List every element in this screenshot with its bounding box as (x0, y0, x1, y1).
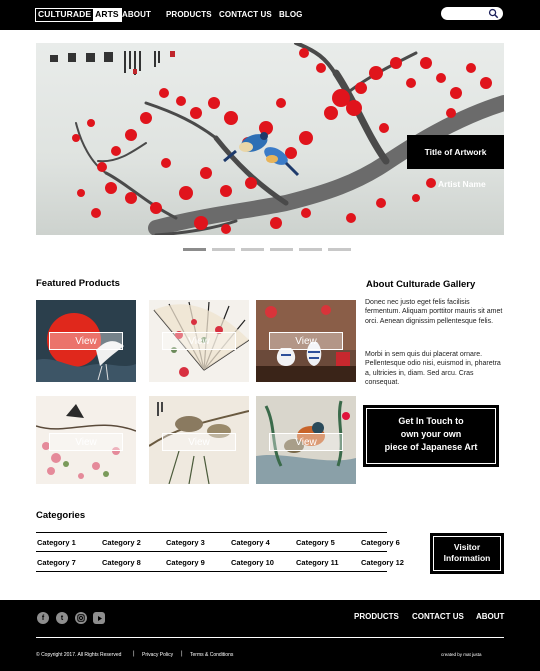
logo-text-culturade: CULTURADE (38, 9, 92, 19)
product-card-1[interactable]: View (36, 300, 136, 382)
copyright-text: © Copyright 2017. All Rights Reserved (36, 652, 122, 658)
view-button-6[interactable]: View (269, 433, 343, 451)
search-box (441, 7, 503, 20)
slider-dot-5[interactable] (299, 248, 322, 251)
category-link-6[interactable]: Category 6 (361, 538, 400, 547)
about-title: About Culturade Gallery (366, 279, 476, 290)
nav-products[interactable]: PRODUCTS (166, 10, 212, 19)
cta-line-1: Get In Touch to (398, 416, 464, 426)
category-link-1[interactable]: Category 1 (37, 538, 76, 547)
product-card-3[interactable]: View (256, 300, 356, 382)
play-icon (97, 615, 102, 621)
visitor-information-label: Visitor Information (433, 536, 501, 571)
slider-dot-4[interactable] (270, 248, 293, 251)
footer-link-products[interactable]: PRODUCTS (354, 612, 399, 621)
slider-indicators (183, 248, 351, 251)
youtube-icon[interactable] (93, 612, 105, 624)
category-link-10[interactable]: Category 10 (231, 558, 274, 567)
view-button-2[interactable]: View (162, 332, 236, 350)
cta-line-3: piece of Japanese Art (384, 442, 478, 452)
facebook-icon[interactable]: f (37, 612, 49, 624)
about-paragraph-1: Donec nec justo eget felis facilisis fer… (365, 299, 503, 325)
slider-dot-1[interactable] (183, 248, 206, 251)
cta-line-2: own your own (400, 429, 462, 439)
slider-dot-2[interactable] (212, 248, 235, 251)
slider-dot-3[interactable] (241, 248, 264, 251)
view-button-4[interactable]: View (49, 433, 123, 451)
site-footer (0, 600, 540, 671)
separator: | (133, 651, 135, 657)
privacy-policy-link[interactable]: Privacy Policy (142, 652, 173, 658)
hero-artist-name: Artist Name (438, 179, 486, 189)
visitor-information-button[interactable]: Visitor Information (430, 533, 504, 574)
get-in-touch-label: Get In Touch to own your own piece of Ja… (366, 408, 496, 464)
featured-products-title: Featured Products (36, 278, 120, 289)
slider-dot-6[interactable] (328, 248, 351, 251)
footer-link-contact-us[interactable]: CONTACT US (412, 612, 464, 621)
product-card-6[interactable]: View (256, 396, 356, 484)
nav-about[interactable]: ABOUT (122, 10, 151, 19)
visitor-line-1: Visitor (453, 542, 481, 552)
category-link-12[interactable]: Category 12 (361, 558, 404, 567)
category-link-4[interactable]: Category 4 (231, 538, 270, 547)
view-button-3[interactable]: View (269, 332, 343, 350)
category-link-5[interactable]: Category 5 (296, 538, 335, 547)
visitor-line-2: Information (443, 553, 491, 563)
twitter-icon[interactable]: t (56, 612, 68, 624)
category-link-7[interactable]: Category 7 (37, 558, 76, 567)
categories-title: Categories (36, 510, 86, 521)
nav-contact-us[interactable]: CONTACT US (219, 10, 272, 19)
view-button-1[interactable]: View (49, 332, 123, 350)
category-link-11[interactable]: Category 11 (296, 558, 339, 567)
category-link-9[interactable]: Category 9 (166, 558, 205, 567)
instagram-icon[interactable] (75, 612, 87, 624)
product-card-5[interactable]: View (149, 396, 249, 484)
camera-icon (77, 614, 85, 622)
divider (36, 551, 387, 552)
get-in-touch-button[interactable]: Get In Touch to own your own piece of Ja… (363, 405, 499, 467)
category-link-8[interactable]: Category 8 (102, 558, 141, 567)
divider (36, 532, 387, 533)
nav-blog[interactable]: BLOG (279, 10, 303, 19)
search-icon[interactable] (488, 8, 499, 19)
credit-text: created by mat justa (441, 652, 482, 657)
footer-link-about[interactable]: ABOUT (476, 612, 504, 621)
search-input[interactable] (447, 8, 487, 19)
about-paragraph-2: Morbi in sem quis dui placerat ornare. P… (365, 351, 501, 387)
separator: | (181, 651, 183, 657)
product-card-4[interactable]: View (36, 396, 136, 484)
product-card-2[interactable]: View (149, 300, 249, 382)
category-link-3[interactable]: Category 3 (166, 538, 205, 547)
view-button-5[interactable]: View (162, 433, 236, 451)
footer-divider (36, 637, 504, 638)
site-logo[interactable]: CULTURADE ARTS (35, 8, 122, 22)
terms-link[interactable]: Terms & Conditions (190, 652, 233, 658)
logo-text-arts: ARTS (93, 9, 121, 21)
category-link-2[interactable]: Category 2 (102, 538, 141, 547)
hero-artwork-title: Title of Artwork (407, 135, 504, 169)
divider (36, 571, 387, 572)
